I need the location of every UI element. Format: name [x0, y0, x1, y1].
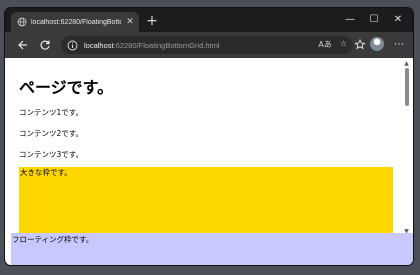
- refresh-icon[interactable]: [37, 37, 53, 53]
- browser-toolbar: localhost:62280/FloatingBottomGrid.html …: [5, 32, 413, 58]
- minimize-icon[interactable]: —: [339, 12, 361, 28]
- close-window-icon[interactable]: ✕: [387, 12, 409, 28]
- content-paragraph-2: コンテンツ2です。: [19, 129, 84, 138]
- big-box: 大きな枠です。: [19, 167, 393, 243]
- page-content: ページです。 コンテンツ1です。 コンテンツ2です。 コンテンツ3です。: [19, 58, 399, 171]
- favorite-icon[interactable]: ☆: [340, 39, 347, 50]
- menu-icon[interactable]: ⋯: [391, 37, 407, 53]
- close-icon[interactable]: ✕: [125, 17, 135, 27]
- read-aloud-icon[interactable]: Aあ: [318, 39, 331, 50]
- floating-box: フローティング枠です。: [11, 233, 413, 265]
- content-paragraph-3: コンテンツ3です。: [19, 150, 84, 159]
- info-icon[interactable]: [67, 40, 78, 51]
- browser-tab[interactable]: localhost:62280/FloatingBottomG ✕: [11, 12, 139, 32]
- vertical-scrollbar[interactable]: ▲ ▼: [402, 58, 411, 236]
- scroll-up-icon[interactable]: ▲: [402, 60, 411, 68]
- favorites-icon[interactable]: [352, 37, 368, 53]
- scroll-thumb[interactable]: [405, 68, 409, 106]
- page-heading: ページです。: [19, 78, 114, 97]
- globe-icon: [17, 17, 27, 27]
- content-paragraph-1: コンテンツ1です。: [19, 108, 84, 117]
- new-tab-button[interactable]: +: [145, 14, 159, 28]
- page-viewport: ページです。 コンテンツ1です。 コンテンツ2です。 コンテンツ3です。 大きな…: [5, 58, 413, 265]
- address-actions: Aあ ☆: [318, 39, 347, 50]
- browser-window: localhost:62280/FloatingBottomG ✕ + — ☐ …: [5, 8, 413, 265]
- tab-title: localhost:62280/FloatingBottomG: [31, 18, 121, 26]
- tab-strip: localhost:62280/FloatingBottomG ✕ + — ☐ …: [5, 8, 413, 32]
- back-icon[interactable]: [15, 37, 31, 53]
- profile-avatar[interactable]: [370, 37, 384, 51]
- address-path: :62280/FloatingBottomGrid.html: [113, 40, 220, 50]
- address-host: localhost: [84, 40, 114, 50]
- maximize-icon[interactable]: ☐: [363, 12, 385, 28]
- address-bar[interactable]: localhost:62280/FloatingBottomGrid.html …: [61, 36, 353, 54]
- address-url: localhost:62280/FloatingBottomGrid.html: [84, 41, 220, 50]
